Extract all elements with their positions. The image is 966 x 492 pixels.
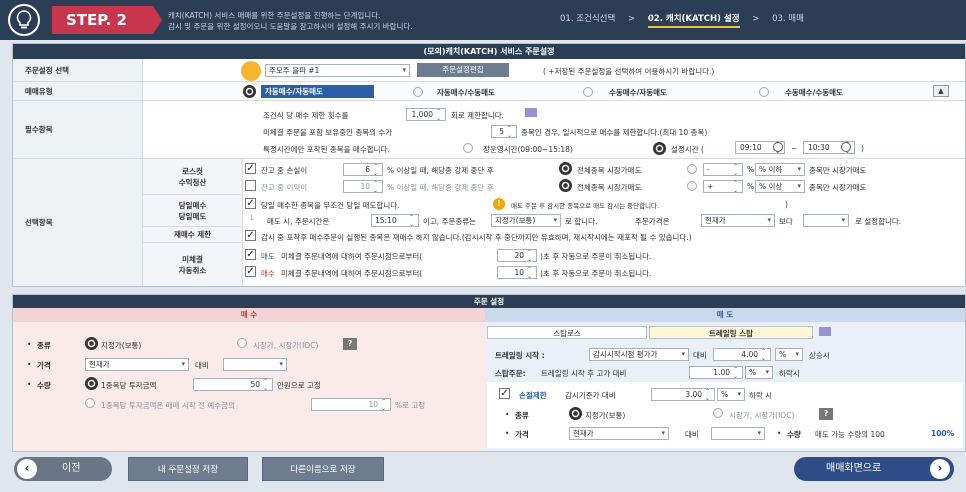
buy-cancel-sec-input[interactable]: 10 [497, 266, 537, 280]
sell-price-select[interactable]: 현재가 [569, 427, 669, 440]
panel-title: (모의)캐치(KATCH) 서비스 주문설정 [13, 44, 965, 59]
memo-icon[interactable] [525, 108, 537, 117]
radio-manual-manual[interactable] [759, 87, 769, 97]
pct-label: % [747, 182, 755, 191]
trail-base-select[interactable]: 감시시작시점 평가가 [589, 348, 689, 361]
sell-cancel-sec-input[interactable]: 20 [497, 249, 537, 263]
bullet: • [777, 429, 782, 438]
radio-profit-partial[interactable] [687, 181, 697, 191]
save-as-button[interactable]: 다른이름으로 저장 [262, 457, 384, 481]
pct-label: % [747, 165, 755, 174]
order-config-title: 주문 설정 [13, 295, 965, 308]
trail-unit-select[interactable]: % [775, 348, 803, 361]
radio-market[interactable] [237, 338, 247, 348]
clock-icon[interactable] [841, 142, 851, 152]
rebuy-checkbox[interactable]: ✓ [245, 230, 256, 241]
row-order-select: 주문설정 선택 주모주 을파 #1 주문설정편집 ( +저장된 주문설정을 선택… [13, 59, 965, 82]
daytrade-checkbox[interactable]: ✓ [245, 198, 256, 209]
footer: ‹ 이전 내 주문설정 저장 다른이름으로 저장 매매화면으로 › [0, 452, 966, 492]
chevron-right-icon: › [930, 459, 950, 479]
buy-cancel-checkbox[interactable]: ✓ [245, 266, 256, 277]
step-badge: STEP. 2 [52, 6, 162, 34]
order-setting-select[interactable]: 주모주 을파 #1 [265, 64, 410, 77]
chevron-left-icon: ‹ [17, 459, 37, 479]
bullet: • [27, 360, 32, 369]
selected-radio-icon[interactable] [653, 142, 666, 155]
row-required: 필수항목 조건식 당 매수 제한 횟수를 1,000 회로 제한합니다. 미체결… [13, 101, 965, 159]
selected-radio-icon[interactable] [85, 337, 98, 350]
radio-loss-partial[interactable] [687, 164, 697, 174]
loss-partial-input[interactable]: - [703, 163, 743, 177]
radio-invest-pct[interactable] [85, 398, 95, 408]
selected-radio-icon[interactable] [569, 407, 582, 420]
memo-icon[interactable] [819, 327, 831, 336]
sell-type-select[interactable]: 지정가(보통) [491, 214, 561, 227]
collapse-arrow-icon[interactable]: ▲ [933, 85, 949, 97]
stop-pct-input[interactable]: 1.00 [689, 366, 743, 380]
sell-section: 매 도 스탑로스 트레일링 스탑 트레일링 시작 : 감시시작시점 평가가 대비… [485, 308, 965, 451]
buy-offset-select[interactable] [223, 358, 287, 371]
profit-partial-input[interactable]: + [703, 180, 743, 194]
invest-amount-input[interactable]: 50 [193, 378, 273, 392]
help-icon[interactable]: ? [819, 408, 833, 420]
sell-offset-select[interactable] [803, 214, 849, 227]
loss-compare-select[interactable]: % 이하 [755, 163, 805, 176]
stoploss-checkbox[interactable]: ✓ [499, 388, 510, 399]
trail-pct-input[interactable]: 4.00 [713, 348, 771, 362]
tab-stoploss[interactable]: 스탑로스 [487, 326, 647, 339]
selected-radio-icon[interactable] [85, 377, 98, 390]
profit-compare-select[interactable]: % 이상 [755, 180, 805, 193]
stoploss-unit-select[interactable]: % [717, 388, 745, 401]
smiley-icon [241, 61, 261, 81]
selected-radio-icon[interactable] [243, 85, 256, 98]
sell-cancel-checkbox[interactable]: ✓ [245, 249, 256, 260]
bullet: • [505, 410, 510, 419]
indent-mark: └ [249, 215, 254, 224]
clock-icon[interactable] [773, 142, 783, 152]
bullet: • [27, 380, 32, 389]
step-1: 01. 조건식선택 [560, 14, 616, 24]
help-icon[interactable]: ? [343, 338, 357, 350]
save-setting-button[interactable]: 내 주문설정 저장 [128, 457, 248, 481]
tab-trailing-stop[interactable]: 트레일링 스탑 [649, 326, 813, 339]
next-button[interactable]: 매매화면으로 › [794, 457, 954, 481]
sell-offset-select[interactable] [711, 427, 765, 440]
header-bar: STEP. 2 캐치(KATCH) 서비스 매매를 위한 주문설정을 진행하는 … [0, 0, 966, 40]
loss-pct-input[interactable]: 6 [343, 163, 383, 177]
step-breadcrumb: 01. 조건식선택 > 02. 캐치(KATCH) 설정 > 03. 매매 [560, 12, 814, 28]
order-config-panel: 주문 설정 매 수 • 종류 지정가(보통) 시장가, 시장가(IOC) ? •… [12, 294, 966, 452]
losscut-checkbox[interactable]: ✓ [245, 163, 256, 174]
selected-radio-icon[interactable] [559, 162, 572, 175]
stop-unit-select[interactable]: % [745, 366, 773, 379]
row-optional: 선택항목 로스컷 수익청산 당일매수 당일매도 재매수 제한 미체결 자동취소 … [13, 159, 965, 286]
prev-button[interactable]: ‹ 이전 [14, 457, 112, 481]
selected-radio-icon[interactable] [559, 179, 572, 192]
opt-auto-auto[interactable]: 자동매수/자동매도 [261, 85, 374, 98]
buy-section: 매 수 • 종류 지정가(보통) 시장가, 시장가(IOC) ? • 가격 현재… [13, 308, 485, 451]
profit-pct-input[interactable]: 10 [343, 180, 383, 194]
radio-auto-manual[interactable] [413, 87, 423, 97]
radio-sell-market[interactable] [713, 408, 723, 418]
bullet: • [505, 429, 510, 438]
step-3: 03. 매매 [772, 14, 804, 24]
holding-limit-input[interactable]: 5 [491, 125, 517, 139]
step-2: 02. 캐치(KATCH) 설정 [647, 12, 740, 28]
invest-pct-input[interactable]: 10 [311, 398, 391, 412]
sell-time-input[interactable]: 15:10 [371, 214, 419, 228]
profit-checkbox[interactable] [245, 180, 256, 191]
lightbulb-icon [8, 4, 40, 36]
step-description: 캐치(KATCH) 서비스 매매를 위한 주문설정을 진행하는 단계입니다. 감시… [168, 11, 413, 31]
radio-market-hours[interactable] [463, 143, 473, 153]
stoploss-pct-input[interactable]: 3.00 [651, 388, 715, 402]
warning-icon: ! [493, 198, 505, 210]
bullet: • [27, 340, 32, 349]
edit-setting-button[interactable]: 주문설정편집 [417, 63, 509, 77]
buy-limit-input[interactable]: 1,000 [406, 108, 446, 122]
sell-price-select[interactable]: 현재가 [701, 214, 775, 227]
row-trade-type: 매매유형 자동매수/자동매도 자동매수/수동매도 수동매수/자동매도 수동매수/… [13, 82, 965, 101]
radio-manual-auto[interactable] [583, 87, 593, 97]
order-settings-panel: (모의)캐치(KATCH) 서비스 주문설정 주문설정 선택 주모주 을파 #1… [12, 43, 966, 287]
buy-price-select[interactable]: 현재가 [85, 358, 189, 371]
